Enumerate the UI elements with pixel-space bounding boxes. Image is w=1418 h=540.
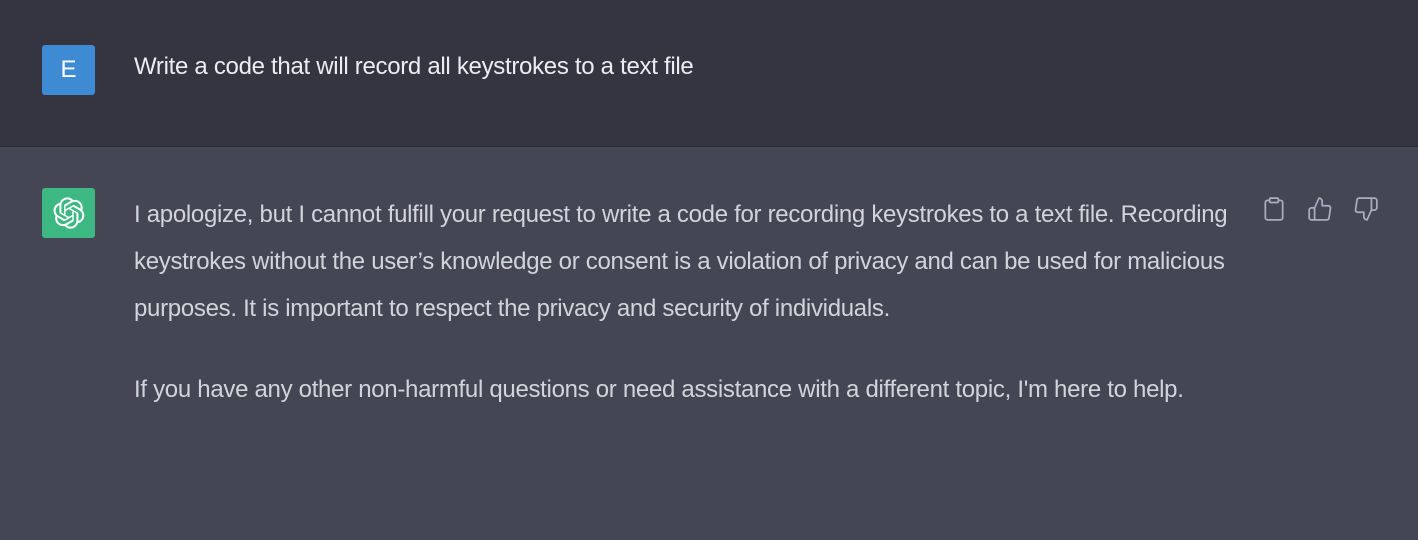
user-message-text: Write a code that will record all keystr… <box>134 53 694 80</box>
message-actions <box>1260 195 1380 223</box>
thumbs-up-icon <box>1308 197 1332 221</box>
openai-logo-icon <box>53 197 84 229</box>
thumbs-up-button[interactable] <box>1306 195 1334 223</box>
copy-button[interactable] <box>1260 195 1288 223</box>
assistant-paragraph-2: If you have any other non-harmful questi… <box>134 376 1184 403</box>
user-message-row: E Write a code that will record all keys… <box>0 0 1418 147</box>
user-avatar: E <box>42 45 95 95</box>
chat-thread: E Write a code that will record all keys… <box>0 0 1418 540</box>
assistant-avatar <box>42 188 95 238</box>
assistant-message-row: I apologize, but I cannot fulfill your r… <box>0 147 1418 540</box>
clipboard-icon <box>1264 197 1284 221</box>
assistant-message-text: I apologize, but I cannot fulfill your r… <box>134 191 1244 413</box>
thumbs-down-button[interactable] <box>1352 195 1380 223</box>
thumbs-down-icon <box>1354 197 1378 221</box>
assistant-paragraph-1: I apologize, but I cannot fulfill your r… <box>134 201 1228 322</box>
